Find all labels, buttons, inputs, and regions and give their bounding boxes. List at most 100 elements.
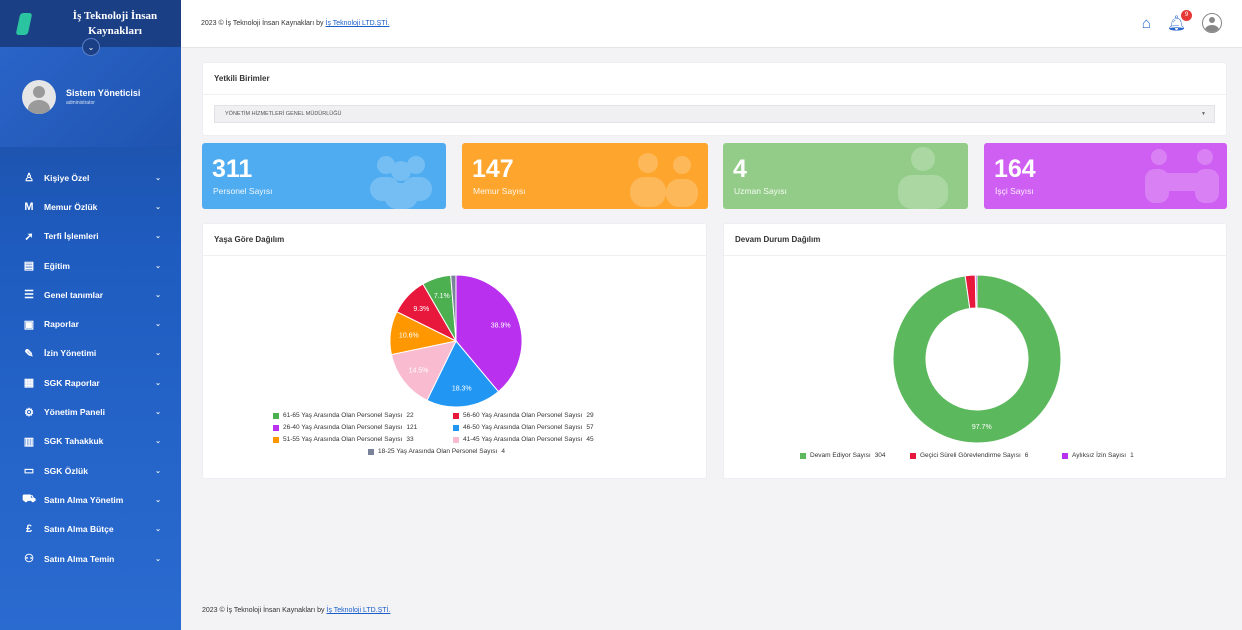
status-chart-card: Devam Durum Dağılım 97.7% Devam Ediyor S…	[723, 223, 1227, 479]
legend-item[interactable]: Aylıksız İzin Sayısı 1	[1062, 452, 1134, 459]
profile-avatar[interactable]	[1202, 13, 1222, 33]
stat-label: Uzman Sayısı	[734, 186, 787, 196]
stat-value: 164	[994, 155, 1036, 183]
document-icon: ▣	[23, 318, 35, 331]
chevron-down-icon: ⌄	[155, 438, 161, 446]
legend-swatch	[453, 424, 459, 431]
sidebar-item[interactable]: ⛟ Satın Alma Yönetim ⌄	[0, 485, 181, 514]
sidebar-item[interactable]: ▣ Raporlar ⌄	[0, 309, 181, 338]
age-chart-card: Yaşa Göre Dağılım 38.9% 18.3% 14.5% 10.6% 9.…	[202, 223, 707, 479]
data-label: 97.7%	[972, 424, 992, 431]
list-icon: ☰	[24, 289, 34, 302]
chevron-down-icon: ⌄	[155, 321, 161, 329]
pie-slice[interactable]	[974, 274, 978, 309]
legend-label: 26-40 Yaş Arasında Olan Personel Sayısı	[283, 424, 403, 431]
footer-copyright: 2023 © İş Teknoloji İnsan Kaynakları by …	[202, 607, 390, 614]
sidebar-item[interactable]: ✎ İzin Yönetimi ⌄	[0, 339, 181, 368]
sidebar-item[interactable]: ⚇ Satın Alma Temin ⌄	[0, 544, 181, 573]
legend-swatch	[910, 452, 916, 459]
calendar-icon: ▦	[23, 377, 35, 390]
home-icon[interactable]: ⌂	[1142, 15, 1151, 32]
chevron-down-icon: ⌄	[155, 174, 161, 182]
header-copyright: 2023 © İş Teknoloji İnsan Kaynakları by …	[201, 20, 389, 27]
sidebar-item[interactable]: ☰ Genel tanımlar ⌄	[0, 280, 181, 309]
avatar[interactable]	[22, 80, 56, 114]
legend-item[interactable]: 18-25 Yaş Arasında Olan Personel Sayısı 4	[368, 448, 505, 455]
chevron-down-icon: ⌄	[155, 496, 161, 504]
sidebar-item[interactable]: ▥ SGK Tahakkuk ⌄	[0, 427, 181, 456]
sidebar-item-label: Genel tanımlar	[44, 289, 104, 300]
chevron-down-icon: ⌄	[155, 350, 161, 358]
data-label: 7.1%	[434, 293, 450, 300]
legend-value: 304	[874, 452, 886, 459]
data-label: 10.6%	[399, 333, 419, 340]
legend-item[interactable]: 46-50 Yaş Arasında Olan Personel Sayısı 5…	[453, 424, 594, 431]
stat-card-isci[interactable]: 164 İşçi Sayısı	[984, 143, 1227, 209]
legend-item[interactable]: 41-45 Yaş Arasında Olan Personel Sayısı 4…	[453, 436, 594, 443]
stat-card-memur[interactable]: 147 Memur Sayısı	[462, 143, 708, 209]
legend-item[interactable]: Geçici Süreli Görevlendirme Sayısı 6	[910, 452, 1028, 459]
sidebar-item[interactable]: ⚙ Yönetim Paneli ⌄	[0, 397, 181, 426]
legend-swatch	[368, 448, 374, 455]
idcard-icon: ▭	[23, 465, 35, 478]
legend-swatch	[453, 436, 459, 443]
chevron-down-icon: ⌄	[155, 291, 161, 299]
stat-value: 311	[212, 155, 253, 183]
user-role: administrator	[66, 100, 95, 106]
notification-badge: 9	[1181, 10, 1192, 21]
chevron-down-icon: ⌄	[155, 555, 161, 563]
legend-item[interactable]: 51-55 Yaş Arasında Olan Personel Sayısı 3…	[273, 436, 414, 443]
sidebar-item[interactable]: ♙ Kişiye Özel ⌄	[0, 163, 181, 192]
company-link[interactable]: İş Teknoloji LTD.ŞTİ.	[326, 20, 390, 27]
data-label: 9.3%	[413, 306, 429, 313]
units-selected-value: YÖNETİM HİZMETLERİ GENEL MÜDÜRLÜĞÜ	[225, 111, 342, 117]
legend-label: 41-45 Yaş Arasında Olan Personel Sayısı	[463, 436, 583, 443]
legend-value: 29	[586, 412, 594, 419]
legend-label: 46-50 Yaş Arasında Olan Personel Sayısı	[463, 424, 583, 431]
legend-label: Aylıksız İzin Sayısı	[1072, 452, 1127, 459]
sidebar-item[interactable]: M Memur Özlük ⌄	[0, 192, 181, 221]
sidebar-item[interactable]: £ Satın Alma Bütçe ⌄	[0, 515, 181, 544]
units-select[interactable]: YÖNETİM HİZMETLERİ GENEL MÜDÜRLÜĞÜ ▼	[214, 105, 1215, 123]
sidebar-item-label: SGK Tahakkuk	[44, 436, 104, 447]
sidebar-item-label: Satın Alma Temin	[44, 553, 115, 564]
chevron-down-icon: ⌄	[155, 526, 161, 534]
data-label: 38.9%	[491, 322, 511, 329]
legend-label: 56-60 Yaş Arasında Olan Personel Sayısı	[463, 412, 583, 419]
logo[interactable]: İş Teknoloji İnsan Kaynakları ⌄	[0, 0, 181, 56]
footer-company-link[interactable]: İş Teknoloji LTD.ŞTİ.	[327, 607, 391, 614]
age-chart-title: Yaşa Göre Dağılım	[203, 224, 706, 256]
stat-label: Personel Sayısı	[213, 186, 273, 196]
chevron-down-icon[interactable]: ⌄	[82, 38, 100, 56]
user-panel: Sistem Yöneticisi administrator	[0, 47, 181, 147]
user-name: Sistem Yöneticisi	[66, 88, 141, 98]
legend-label: 51-55 Yaş Arasında Olan Personel Sayısı	[283, 436, 403, 443]
sidebar-item[interactable]: ➚ Terfi İşlemleri ⌄	[0, 222, 181, 251]
rocket-icon: ➚	[24, 230, 34, 243]
legend-item[interactable]: Devam Ediyor Sayısı 304	[800, 452, 886, 459]
sidebar-item-label: SGK Özlük	[44, 465, 88, 476]
group-icon	[630, 153, 698, 207]
stat-card-personel[interactable]: 311 Personel Sayısı	[202, 143, 446, 209]
legend-item[interactable]: 61-65 Yaş Arasında Olan Personel Sayısı 2…	[273, 412, 414, 419]
group-icon	[370, 156, 432, 209]
sidebar-item[interactable]: ▤ Eğitim ⌄	[0, 251, 181, 280]
sidebar-item-label: İzin Yönetimi	[44, 348, 97, 359]
chevron-down-icon: ⌄	[155, 233, 161, 241]
sidebar-item[interactable]: ▭ SGK Özlük ⌄	[0, 456, 181, 485]
legend-item[interactable]: 26-40 Yaş Arasında Olan Personel Sayısı 1…	[273, 424, 417, 431]
data-label: 18.3%	[452, 386, 472, 393]
legend-item[interactable]: 56-60 Yaş Arasında Olan Personel Sayısı 2…	[453, 412, 594, 419]
app-title: İş Teknoloji İnsan Kaynakları	[72, 9, 158, 37]
stat-card-uzman[interactable]: 4 Uzman Sayısı	[723, 143, 968, 209]
legend-value: 121	[406, 424, 418, 431]
topbar: 2023 © İş Teknoloji İnsan Kaynakları by …	[181, 0, 1242, 48]
bell-icon[interactable]: 🔔︎ 9	[1167, 10, 1192, 32]
legend-value: 45	[586, 436, 594, 443]
building-icon: ▥	[23, 435, 35, 448]
legend-label: 61-65 Yaş Arasında Olan Personel Sayısı	[283, 412, 403, 419]
sidebar-item[interactable]: ▦ SGK Raporlar ⌄	[0, 368, 181, 397]
status-chart-title: Devam Durum Dağılım	[724, 224, 1226, 256]
copyright-text: 2023 © İş Teknoloji İnsan Kaynakları by	[201, 20, 326, 27]
stat-label: İşçi Sayısı	[995, 186, 1034, 196]
